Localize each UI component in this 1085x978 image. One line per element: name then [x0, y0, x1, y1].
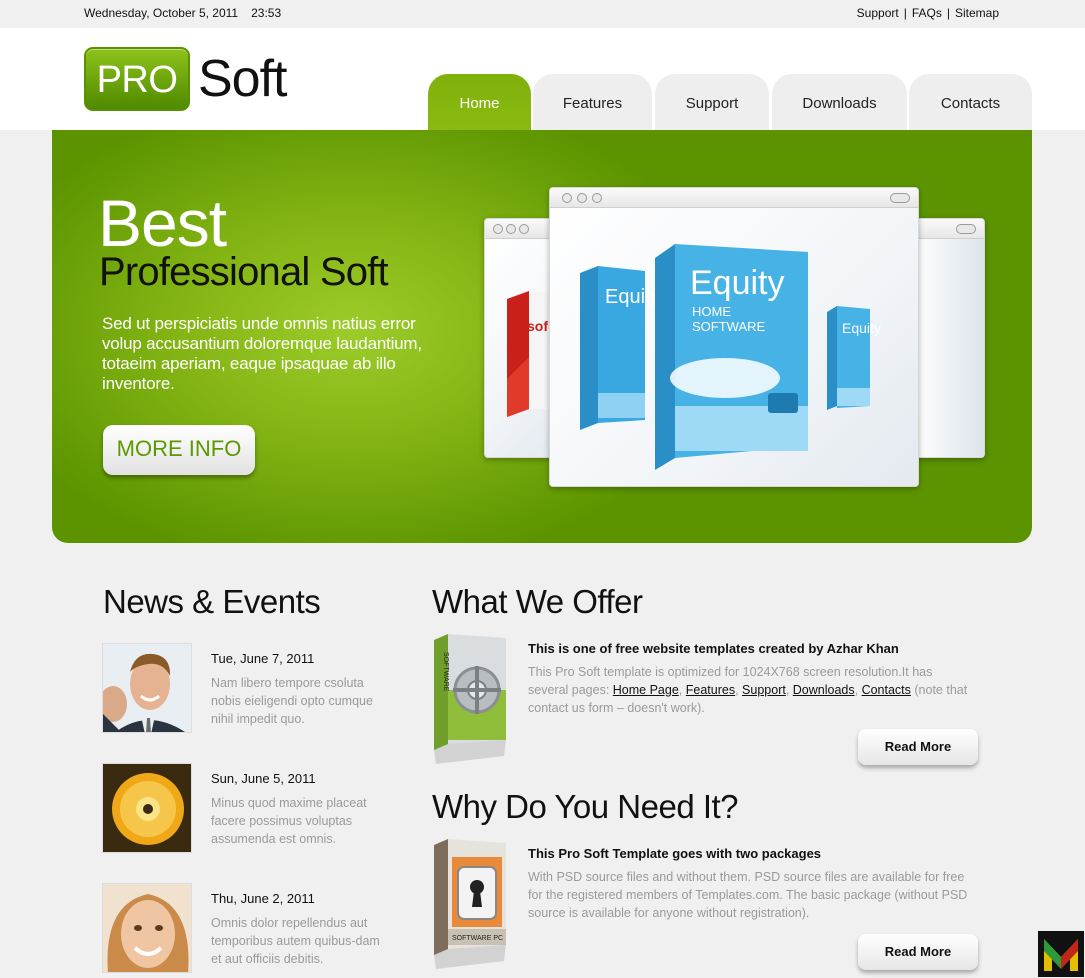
news-thumbnail [102, 763, 192, 853]
offer-text: This Pro Soft template is optimized for … [528, 665, 968, 715]
news-date: Sun, June 5, 2011 [211, 771, 316, 786]
top-bar: Wednesday, October 5, 2011 23:53 Support |… [0, 0, 1085, 28]
logo-badge: PRO [84, 47, 190, 111]
product-line2: SOFTWARE [692, 319, 766, 334]
offer-title: This is one of free website templates cr… [528, 641, 899, 656]
why-title: This Pro Soft Template goes with two pac… [528, 846, 822, 861]
link-features[interactable]: Features [686, 683, 735, 697]
software-pc-box-image: SOFTWARE PC [432, 837, 508, 977]
support-link[interactable]: Support [857, 6, 899, 20]
product-line1: HOME [692, 304, 731, 319]
corner-logo-icon [1038, 931, 1084, 977]
software-box-icon: SOFTWARE [434, 634, 506, 764]
hero-banner: Best Professional Soft Sed ut perspiciat… [52, 130, 1032, 543]
link-contacts[interactable]: Contacts [862, 683, 911, 697]
hero-subtitle: Professional Soft [99, 250, 389, 294]
product-brand-text: Equity [690, 264, 785, 302]
box-label: SOFTWARE PC [452, 935, 503, 942]
tab-home[interactable]: Home [428, 74, 531, 130]
tab-features[interactable]: Features [533, 74, 652, 130]
news-thumbnail [102, 883, 192, 973]
date-time: Wednesday, October 5, 2011 23:53 [84, 6, 281, 20]
logo-text: Soft [198, 50, 287, 108]
news-item[interactable]: Tue, June 7, 2011 Nam libero tempore cso… [102, 643, 402, 735]
svg-text:Equity: Equity [605, 286, 661, 308]
why-text: With PSD source files and without them. … [528, 870, 968, 920]
link-support[interactable]: Support [742, 683, 786, 697]
news-date: Tue, June 7, 2011 [211, 651, 315, 666]
news-item[interactable]: Thu, June 2, 2011 Omnis dolor repellendu… [102, 883, 402, 975]
offer-heading: What We Offer [432, 583, 643, 620]
smiling-woman-photo [103, 884, 191, 972]
more-info-button[interactable]: MORE INFO [103, 425, 255, 475]
why-heading: Why Do You Need It? [432, 788, 739, 825]
current-time: 23:53 [251, 6, 282, 20]
browser-window-main: Equity Equity HOME SOFTWARE Equity [549, 187, 919, 487]
news-date: Thu, June 2, 2011 [211, 891, 315, 906]
faqs-link[interactable]: FAQs [912, 6, 942, 20]
divider: | [946, 6, 950, 20]
why-read-more-button[interactable]: Read More [858, 934, 978, 970]
businessman-photo [103, 644, 191, 732]
hero-title: Best [98, 186, 227, 260]
divider: | [903, 6, 907, 20]
news-heading: News & Events [103, 583, 321, 620]
current-date: Wednesday, October 5, 2011 [84, 6, 239, 20]
sitemap-link[interactable]: Sitemap [955, 6, 999, 20]
logo-badge-text: PRO [96, 59, 178, 101]
software-box-image: SOFTWARE [432, 632, 508, 772]
tab-support[interactable]: Support [655, 74, 769, 130]
news-thumbnail [102, 643, 192, 733]
site-header: PRO Soft Home Features Support Downloads… [0, 28, 1085, 130]
golden-disc-photo [103, 764, 191, 852]
svg-text:Equity: Equity [842, 320, 881, 336]
hero-description: Sed ut perspiciatis unde omnis natius er… [102, 314, 422, 393]
side-box-brand: sof [527, 318, 548, 334]
software-pc-box-icon: SOFTWARE PC [434, 839, 506, 969]
link-home-page[interactable]: Home Page [613, 683, 679, 697]
tab-contacts[interactable]: Contacts [909, 74, 1032, 130]
news-text: Omnis dolor repellendus aut temporibus a… [211, 916, 380, 966]
utility-links: Support | FAQs | Sitemap [857, 6, 999, 20]
box-label: SOFTWARE [442, 652, 449, 692]
equity-software-boxes-image: Equity Equity HOME SOFTWARE Equity [580, 244, 881, 470]
browser-window-right [912, 218, 985, 458]
tab-downloads[interactable]: Downloads [772, 74, 907, 130]
offer-read-more-button[interactable]: Read More [858, 729, 978, 765]
link-downloads[interactable]: Downloads [793, 683, 855, 697]
news-text: Minus quod maxime placeat facere possimu… [211, 796, 367, 846]
news-item[interactable]: Sun, June 5, 2011 Minus quod maxime plac… [102, 763, 402, 855]
news-text: Nam libero tempore csoluta nobis eielige… [211, 676, 373, 726]
